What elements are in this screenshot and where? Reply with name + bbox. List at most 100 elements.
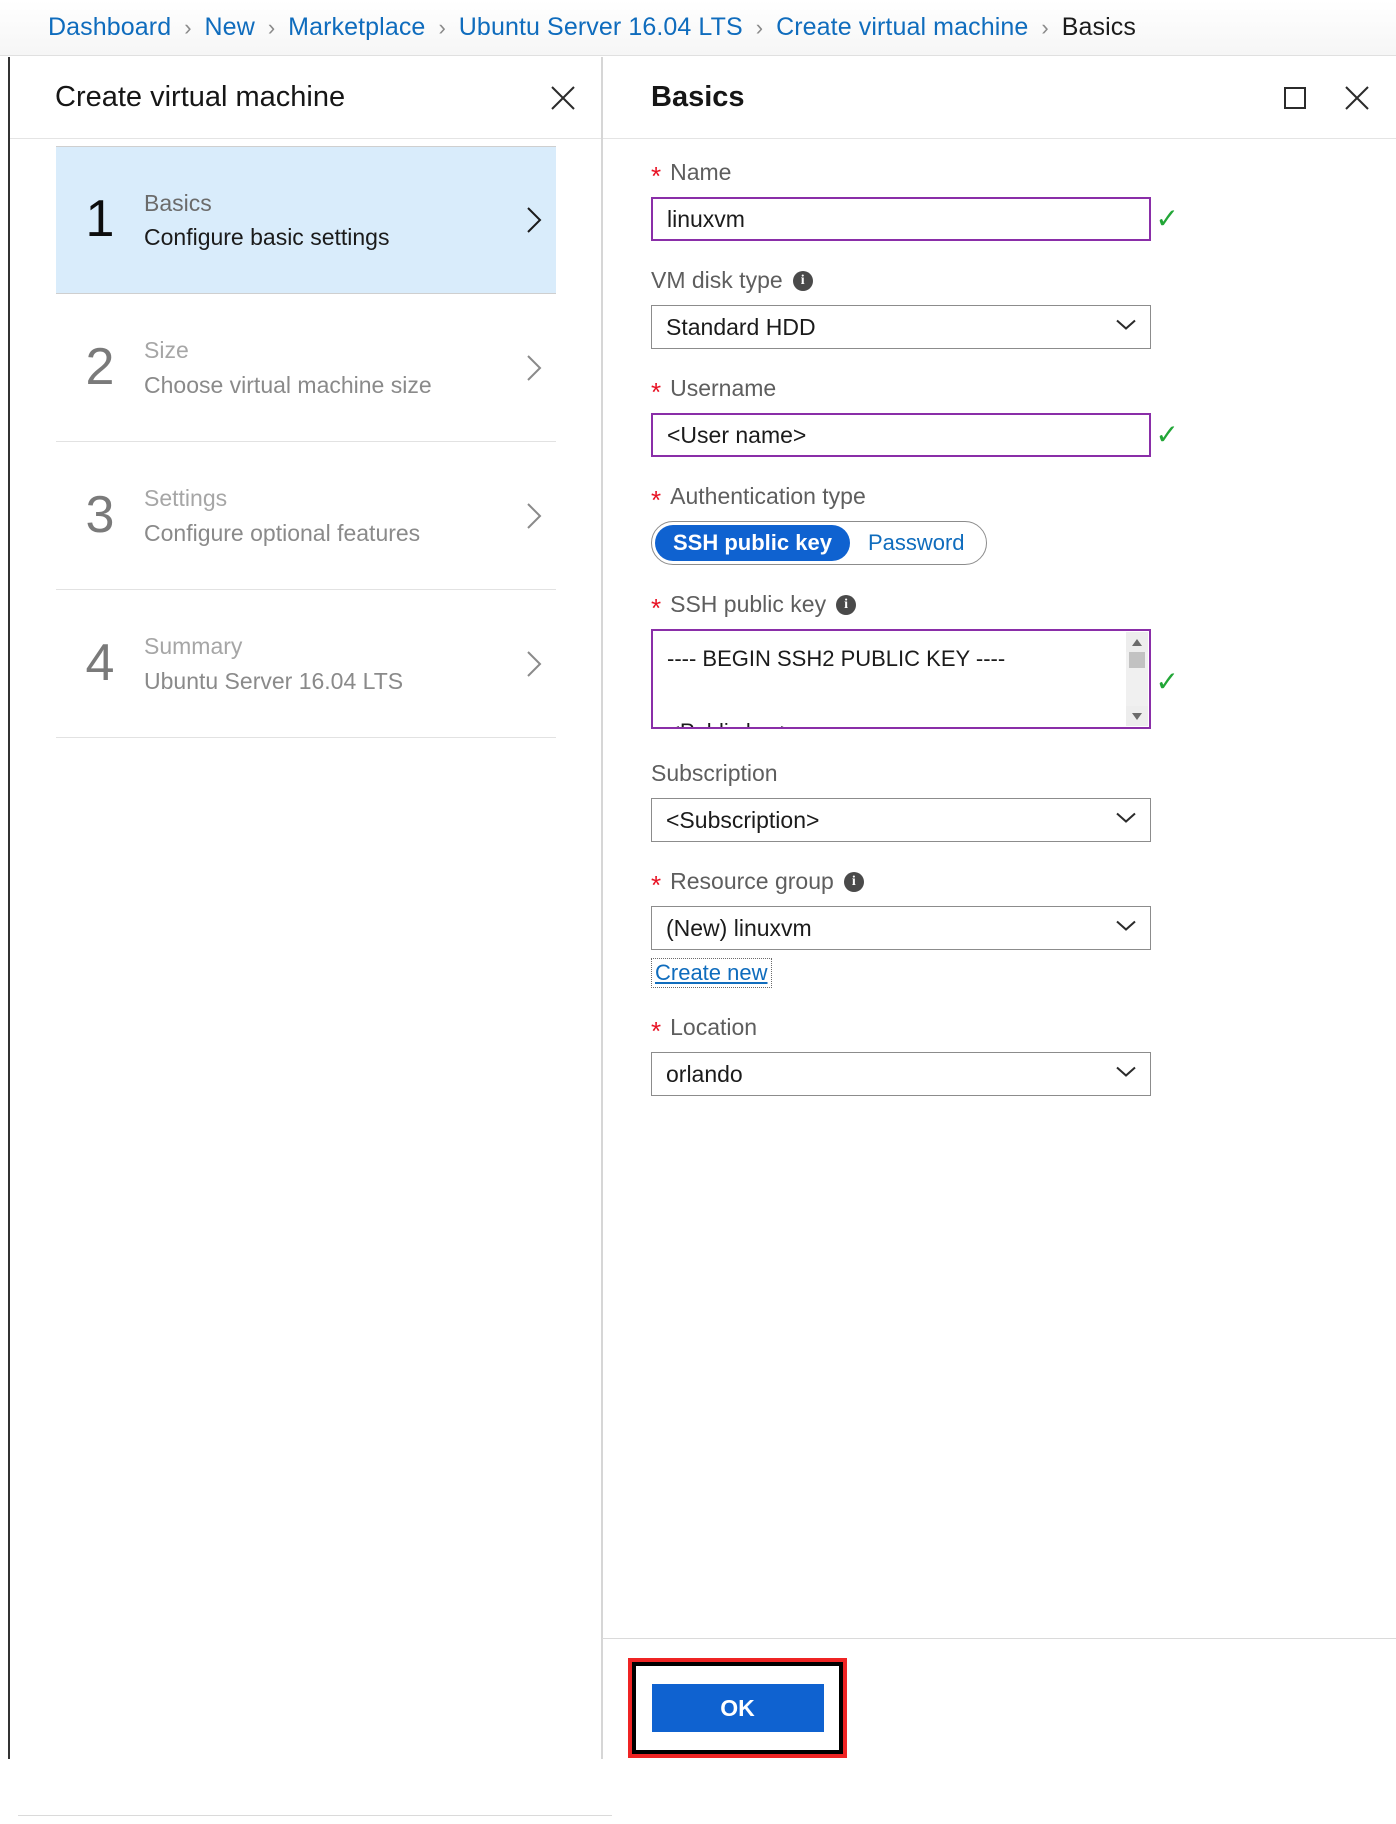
ok-button-highlight: OK xyxy=(628,1658,847,1758)
valid-check-icon: ✓ xyxy=(1155,665,1179,697)
field-vm-disk-type: VM disk type i Standard HDD xyxy=(651,265,1151,350)
wizard-step-number: 3 xyxy=(85,485,115,544)
basics-title: Basics xyxy=(651,81,745,113)
wizard-step-title: Summary xyxy=(144,633,243,659)
label-username: * Username xyxy=(651,373,1151,407)
wizard-step-subtitle: Ubuntu Server 16.04 LTS xyxy=(144,667,404,694)
ssh-public-key-wrap: ---- BEGIN SSH2 PUBLIC KEY ---- <Public … xyxy=(651,629,1179,734)
field-authentication-type: * Authentication type SSH public key Pas… xyxy=(651,481,1151,566)
toggle-option-password[interactable]: Password xyxy=(850,525,983,561)
resource-group-select[interactable]: (New) linuxvm xyxy=(651,906,1151,951)
wizard-step-texts: Settings Configure optional features xyxy=(144,481,512,550)
label-name: * Name xyxy=(651,157,1151,191)
wizard-step-settings[interactable]: 3 Settings Configure optional features xyxy=(56,442,556,590)
label-text: Resource group xyxy=(670,868,834,895)
left-blade-bottom-divider xyxy=(18,1815,612,1816)
create-vm-blade-header: Create virtual machine xyxy=(10,57,601,139)
chevron-right-icon xyxy=(512,648,556,680)
breadcrumb-separator-icon: › xyxy=(755,14,764,40)
info-icon[interactable]: i xyxy=(792,270,813,291)
create-vm-title: Create virtual machine xyxy=(55,81,346,113)
label-authentication-type: * Authentication type xyxy=(651,481,1151,515)
chevron-right-icon xyxy=(512,352,556,384)
label-ssh-public-key: * SSH public key i xyxy=(651,589,1151,623)
create-new-resource-group-link[interactable]: Create new xyxy=(651,958,772,989)
wizard-step-subtitle: Configure basic settings xyxy=(144,224,390,250)
label-location: * Location xyxy=(651,1012,1151,1046)
required-indicator: * xyxy=(651,592,662,623)
basics-form: * Name ✓ VM disk type i Standard HDD xyxy=(651,157,1179,1120)
label-resource-group: * Resource group i xyxy=(651,866,1151,900)
resource-group-select-wrap: (New) linuxvm xyxy=(651,906,1151,951)
toggle-option-ssh-public-key[interactable]: SSH public key xyxy=(655,525,850,562)
basics-blade-header: Basics xyxy=(603,57,1396,139)
wizard-step-texts: Summary Ubuntu Server 16.04 LTS xyxy=(144,629,512,698)
wizard-step-summary[interactable]: 4 Summary Ubuntu Server 16.04 LTS xyxy=(56,590,556,738)
label-text: Subscription xyxy=(651,760,778,787)
ok-button[interactable]: OK xyxy=(651,1684,824,1732)
info-icon[interactable]: i xyxy=(836,594,857,615)
required-indicator: * xyxy=(651,376,662,407)
scroll-up-arrow-icon[interactable] xyxy=(1126,632,1148,653)
name-input[interactable] xyxy=(651,197,1151,242)
wizard-step-title: Basics xyxy=(144,189,212,216)
breadcrumb-separator-icon: › xyxy=(267,14,276,40)
label-text: Authentication type xyxy=(670,483,866,510)
blade-header-actions xyxy=(1276,79,1376,117)
breadcrumb-item-dashboard[interactable]: Dashboard xyxy=(48,13,171,42)
breadcrumb-separator-icon: › xyxy=(184,14,192,40)
label-text: VM disk type xyxy=(651,267,783,294)
maximize-icon[interactable] xyxy=(1276,79,1314,117)
wizard-step-title: Size xyxy=(144,337,189,363)
username-input-wrap: ✓ xyxy=(651,413,1179,458)
field-ssh-public-key: * SSH public key i ---- BEGIN SSH2 PUBLI… xyxy=(651,589,1179,734)
wizard-step-subtitle: Configure optional features xyxy=(144,519,421,546)
breadcrumb-item-ubuntu-server[interactable]: Ubuntu Server 16.04 LTS xyxy=(459,13,743,42)
label-vm-disk-type: VM disk type i xyxy=(651,265,1151,296)
breadcrumb-item-create-virtual-machine[interactable]: Create virtual machine xyxy=(776,13,1028,42)
wizard-step-basics[interactable]: 1 Basics Configure basic settings xyxy=(56,146,556,294)
label-text: Location xyxy=(670,1014,758,1041)
chevron-right-icon xyxy=(512,204,556,236)
ssh-public-key-textarea[interactable]: ---- BEGIN SSH2 PUBLIC KEY ---- <Public … xyxy=(651,629,1151,730)
vm-disk-type-select[interactable]: Standard HDD xyxy=(651,305,1151,350)
label-text: Username xyxy=(670,375,777,402)
name-input-wrap: ✓ xyxy=(651,197,1179,242)
chevron-right-icon xyxy=(512,500,556,532)
field-subscription: Subscription <Subscription> xyxy=(651,758,1151,843)
create-vm-blade: Create virtual machine 1 Basics Configur… xyxy=(8,57,612,1816)
breadcrumb-separator-icon: › xyxy=(438,14,446,40)
username-input[interactable] xyxy=(651,413,1151,458)
azure-portal-create-vm-screen: Dashboard › New › Marketplace › Ubuntu S… xyxy=(0,0,1396,1824)
required-indicator: * xyxy=(651,869,662,900)
scrollbar-thumb[interactable] xyxy=(1129,652,1145,669)
wizard-step-texts: Basics Configure basic settings xyxy=(144,186,512,255)
close-icon[interactable] xyxy=(1338,79,1376,117)
required-indicator: * xyxy=(651,1015,662,1046)
subscription-select[interactable]: <Subscription> xyxy=(651,798,1151,843)
info-icon[interactable]: i xyxy=(843,871,864,892)
location-select-wrap: orlando xyxy=(651,1052,1151,1097)
wizard-step-number: 1 xyxy=(85,190,115,248)
breadcrumb-item-basics[interactable]: Basics xyxy=(1062,13,1136,42)
wizard-step-number: 4 xyxy=(85,633,115,692)
breadcrumb-item-marketplace[interactable]: Marketplace xyxy=(288,13,425,42)
required-indicator: * xyxy=(651,160,662,191)
authentication-type-toggle: SSH public key Password xyxy=(651,521,987,566)
wizard-step-size[interactable]: 2 Size Choose virtual machine size xyxy=(56,294,556,442)
wizard-step-subtitle: Choose virtual machine size xyxy=(144,371,432,398)
breadcrumb: Dashboard › New › Marketplace › Ubuntu S… xyxy=(0,0,1396,56)
close-icon[interactable] xyxy=(543,78,583,118)
required-indicator: * xyxy=(651,484,662,515)
breadcrumb-item-new[interactable]: New xyxy=(205,13,255,42)
vm-disk-type-select-wrap: Standard HDD xyxy=(651,305,1151,350)
subscription-select-wrap: <Subscription> xyxy=(651,798,1151,843)
breadcrumb-separator-icon: › xyxy=(1041,14,1049,40)
vertical-scrollbar[interactable] xyxy=(1126,632,1148,727)
location-select[interactable]: orlando xyxy=(651,1052,1151,1097)
footer-divider xyxy=(602,1638,1396,1639)
scroll-down-arrow-icon[interactable] xyxy=(1126,706,1148,727)
field-location: * Location orlando xyxy=(651,1012,1151,1097)
basics-blade: Basics * Name linuxvm ✓ VM disk type i S… xyxy=(602,57,1396,1759)
valid-check-icon: ✓ xyxy=(1155,419,1179,451)
